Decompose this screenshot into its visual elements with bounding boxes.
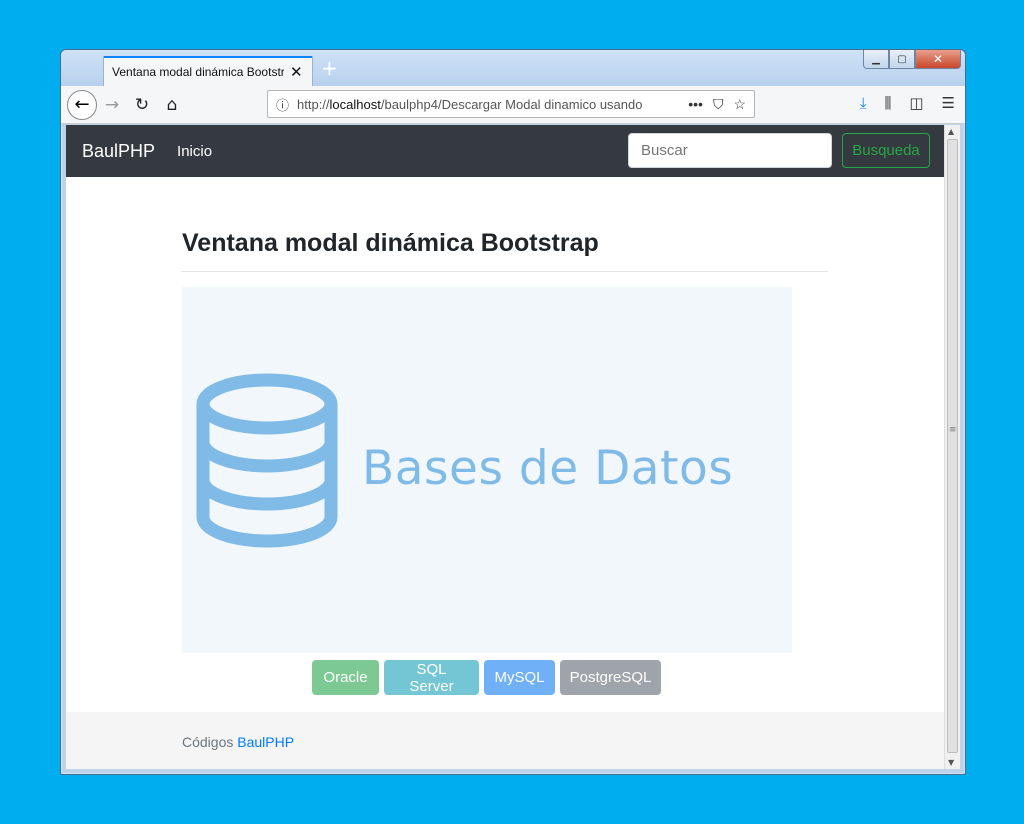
hero-text: Bases de Datos	[362, 441, 734, 496]
oracle-button[interactable]: Oracle	[312, 660, 379, 695]
window-controls: ▁ ▢ ✕	[863, 50, 961, 69]
maximize-button[interactable]: ▢	[889, 50, 915, 69]
database-buttons: Oracle SQL Server MySQL PostgreSQL	[312, 660, 661, 695]
tab-close-icon[interactable]: ✕	[290, 64, 303, 80]
page-viewport: BaulPHP Inicio Busqueda Ventana modal di…	[66, 125, 944, 769]
brand-link[interactable]: BaulPHP	[82, 141, 155, 162]
info-icon[interactable]: ⓘ	[276, 95, 289, 114]
site-navbar: BaulPHP Inicio Busqueda	[66, 125, 944, 177]
reload-icon[interactable]: ↻	[127, 95, 157, 115]
scroll-grip-icon: ≡	[949, 425, 957, 435]
back-arrow-icon[interactable]: ←	[67, 89, 97, 120]
title-bar: Ventana modal dinámica Bootstrap ✕ + ▁ ▢…	[61, 50, 965, 86]
page-footer: Códigos BaulPHP	[66, 712, 944, 769]
url-text[interactable]: http://localhost/baulphp4/Descargar Moda…	[297, 97, 667, 112]
tab-title: Ventana modal dinámica Bootstrap	[112, 65, 284, 79]
search-button[interactable]: Busqueda	[842, 133, 930, 168]
forward-arrow-icon[interactable]: →	[97, 95, 127, 115]
sidebar-icon[interactable]: ◫	[909, 94, 923, 112]
bookmark-star-icon[interactable]: ☆	[733, 96, 746, 113]
scroll-up-icon[interactable]: ▲	[948, 127, 954, 136]
minimize-button[interactable]: ▁	[863, 50, 889, 69]
page-title: Ventana modal dinámica Bootstrap	[182, 229, 599, 257]
sqlserver-button[interactable]: SQL Server	[384, 660, 479, 695]
scrollbar-thumb[interactable]	[947, 139, 958, 753]
new-tab-icon[interactable]: +	[321, 58, 338, 78]
browser-window: Ventana modal dinámica Bootstrap ✕ + ▁ ▢…	[60, 49, 966, 775]
footer-text: Códigos BaulPHP	[182, 734, 295, 750]
menu-icon[interactable]: ☰	[942, 94, 955, 112]
pocket-icon[interactable]: ⛉	[713, 96, 724, 113]
title-divider	[182, 271, 828, 272]
close-window-button[interactable]: ✕	[915, 50, 961, 69]
download-icon[interactable]: ⤓	[860, 94, 867, 112]
home-icon[interactable]: ⌂	[157, 95, 187, 115]
nav-link-inicio[interactable]: Inicio	[177, 143, 212, 160]
footer-link[interactable]: BaulPHP	[237, 734, 294, 750]
scroll-down-icon[interactable]: ▼	[948, 758, 954, 767]
hero-image: Bases de Datos	[182, 287, 792, 653]
browser-tab[interactable]: Ventana modal dinámica Bootstrap ✕	[103, 56, 313, 86]
mysql-button[interactable]: MySQL	[484, 660, 555, 695]
library-icon[interactable]: ⫼	[884, 94, 891, 112]
vertical-scrollbar[interactable]: ▲ ≡ ▼	[944, 125, 960, 769]
address-bar[interactable]: ⓘ http://localhost/baulphp4/Descargar Mo…	[267, 90, 755, 118]
page-actions-icon[interactable]: •••	[688, 96, 703, 113]
search-input[interactable]	[628, 133, 832, 168]
browser-toolbar: ← → ↻ ⌂ ⓘ http://localhost/baulphp4/Desc…	[61, 86, 965, 124]
postgresql-button[interactable]: PostgreSQL	[560, 660, 661, 695]
